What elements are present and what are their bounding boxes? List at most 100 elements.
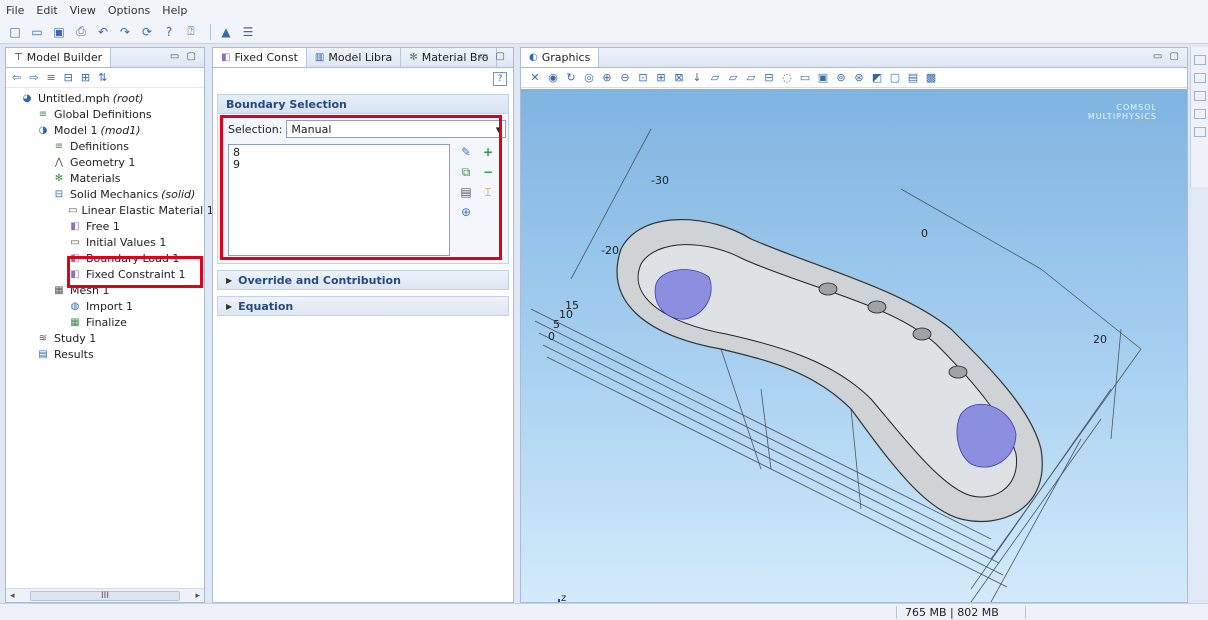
back-icon[interactable]: ⇦ bbox=[12, 71, 21, 84]
log-icon[interactable] bbox=[1193, 127, 1206, 137]
layout-icon[interactable]: ☰ bbox=[239, 23, 257, 41]
save-icon[interactable]: ▣ bbox=[50, 23, 68, 41]
print-icon[interactable]: ⎙ bbox=[72, 23, 90, 41]
scroll-right-icon[interactable]: ▸ bbox=[195, 591, 200, 601]
remove-selection-icon[interactable]: − bbox=[480, 164, 496, 180]
menu-options[interactable]: Options bbox=[108, 4, 150, 17]
tree-node[interactable]: ▭ Initial Values 1 bbox=[6, 234, 204, 250]
panel-icon[interactable] bbox=[1193, 55, 1206, 65]
scroll-thumb[interactable]: III bbox=[30, 590, 180, 601]
redo-icon[interactable]: ↷ bbox=[116, 23, 134, 41]
zoom-out-icon[interactable]: ⊖ bbox=[617, 71, 633, 84]
screenshot-icon[interactable]: ▩ bbox=[923, 71, 939, 84]
select-points-icon[interactable]: ⊛ bbox=[851, 71, 867, 84]
select-box-icon[interactable]: ▢ bbox=[887, 71, 903, 84]
menu-file[interactable]: File bbox=[6, 4, 24, 17]
transparency-icon[interactable]: ◌ bbox=[779, 71, 795, 84]
selection-dropdown[interactable]: Manual ▾ bbox=[286, 120, 507, 138]
tree-node[interactable]: ◧ Fixed Constraint 1 bbox=[6, 266, 204, 282]
forward-icon[interactable]: ⇨ bbox=[29, 71, 38, 84]
zoom-in-icon[interactable]: ⊕ bbox=[599, 71, 615, 84]
graphics-viewport[interactable]: COMSOL MULTIPHYSICS -30 -20 0 15 10 5 0 … bbox=[521, 89, 1187, 602]
expand-icon[interactable]: ⊞ bbox=[81, 71, 90, 84]
view-yz-icon[interactable]: ▱ bbox=[725, 71, 741, 84]
new-file-icon[interactable]: □ bbox=[6, 23, 24, 41]
tree-node[interactable]: ◧ Boundary Load 1 bbox=[6, 250, 204, 266]
tree-node[interactable]: ◧ Free 1 bbox=[6, 218, 204, 234]
tree-node[interactable]: ◍ Import 1 bbox=[6, 298, 204, 314]
deselect-icon[interactable]: ▤ bbox=[905, 71, 921, 84]
tab-model-library[interactable]: ▥ Model Libra bbox=[307, 48, 402, 67]
tree-node[interactable]: ◕ Untitled.mph (root) bbox=[6, 90, 204, 106]
tree-node[interactable]: ✻ Materials bbox=[6, 170, 204, 186]
open-file-icon[interactable]: ▭ bbox=[28, 23, 46, 41]
sort-icon[interactable]: ⇅ bbox=[98, 71, 107, 84]
show-icon[interactable]: ≡ bbox=[46, 71, 55, 84]
horizontal-scrollbar[interactable]: ◂ III ▸ bbox=[6, 588, 204, 602]
equation-section[interactable]: ▶ Equation bbox=[217, 296, 509, 316]
zoom-box-icon[interactable]: ⊡ bbox=[635, 71, 651, 84]
refresh-icon[interactable]: ↻ bbox=[563, 71, 579, 84]
axis-label: 10 bbox=[559, 308, 573, 321]
tree-node[interactable]: ◑ Model 1 (mod1) bbox=[6, 122, 204, 138]
add-selection-icon[interactable]: + bbox=[480, 144, 496, 160]
boundary-list[interactable]: 8 9 bbox=[228, 144, 450, 256]
override-contribution-section[interactable]: ▶ Override and Contribution bbox=[217, 270, 509, 290]
view-xy-icon[interactable]: ▱ bbox=[707, 71, 723, 84]
tree-node[interactable]: ▦ Finalize bbox=[6, 314, 204, 330]
help-icon[interactable]: ? bbox=[160, 23, 178, 41]
model-3d-view[interactable]: -30 -20 0 15 10 5 0 20 z x y bbox=[521, 89, 1187, 602]
tab-graphics[interactable]: ◐ Graphics bbox=[521, 48, 600, 67]
scene-light-icon[interactable]: ✕ bbox=[527, 71, 543, 84]
progress-icon[interactable] bbox=[1193, 91, 1206, 101]
minimize-maximize-icon[interactable]: ▭ ▢ bbox=[170, 51, 198, 62]
clear-selection-icon[interactable]: ⌶ bbox=[480, 184, 496, 200]
solve-icon[interactable]: ▲ bbox=[217, 23, 235, 41]
tree-node[interactable]: ≡ Global Definitions bbox=[6, 106, 204, 122]
graphics-window-controls-icon[interactable]: ▭ ▢ bbox=[1153, 51, 1181, 62]
tree-node[interactable]: ▤ Results bbox=[6, 346, 204, 362]
zoom-selected-icon[interactable]: ⊞ bbox=[653, 71, 669, 84]
tab-fixed-constraint[interactable]: ◧ Fixed Const bbox=[213, 48, 307, 67]
selection-value: Manual bbox=[291, 122, 332, 136]
boundary-list-item[interactable]: 8 bbox=[233, 147, 445, 159]
boundary-selection-header[interactable]: Boundary Selection bbox=[217, 94, 509, 114]
active-toggle-icon[interactable]: ✎ bbox=[458, 144, 474, 160]
message-icon[interactable] bbox=[1193, 73, 1206, 83]
boundary-list-item[interactable]: 9 bbox=[233, 159, 445, 171]
paste-selection-icon[interactable]: ▤ bbox=[458, 184, 474, 200]
hole-1 bbox=[818, 282, 838, 296]
tree-node[interactable]: ≡ Definitions bbox=[6, 138, 204, 154]
render-icon[interactable]: ▭ bbox=[797, 71, 813, 84]
select-boundaries-icon[interactable]: ▣ bbox=[815, 71, 831, 84]
tree-node[interactable]: ▭ Linear Elastic Material 1 bbox=[6, 202, 214, 218]
tree-node[interactable]: ▦ Mesh 1 bbox=[6, 282, 204, 298]
select-mode-icon[interactable]: ◩ bbox=[869, 71, 885, 84]
menu-view[interactable]: View bbox=[70, 4, 96, 17]
view-zx-icon[interactable]: ▱ bbox=[743, 71, 759, 84]
settings-help-icon[interactable]: ? bbox=[493, 72, 507, 86]
tree-node[interactable]: ⋀ Geometry 1 bbox=[6, 154, 204, 170]
scroll-left-icon[interactable]: ◂ bbox=[10, 591, 15, 601]
dynamic-help-icon[interactable]: ⍰ bbox=[182, 23, 200, 41]
wireframe-icon[interactable]: ⊟ bbox=[761, 71, 777, 84]
tree-node[interactable]: ≋ Study 1 bbox=[6, 330, 204, 346]
collapse-icon[interactable]: ⊟ bbox=[64, 71, 73, 84]
axes-icon[interactable]: ↓ bbox=[689, 71, 705, 84]
hole-2 bbox=[867, 300, 887, 314]
camera-views-icon[interactable]: ◎ bbox=[581, 71, 597, 84]
undo-icon[interactable]: ↶ bbox=[94, 23, 112, 41]
zoom-to-selection-icon[interactable]: ⊕ bbox=[458, 204, 474, 220]
tree-node-label: Study 1 bbox=[54, 331, 97, 345]
menu-help[interactable]: Help bbox=[162, 4, 187, 17]
copy-selection-icon[interactable]: ⧉ bbox=[458, 164, 474, 180]
table-icon[interactable] bbox=[1193, 109, 1206, 119]
zoom-extents-icon[interactable]: ⊠ bbox=[671, 71, 687, 84]
tree-node[interactable]: ⊟ Solid Mechanics (solid) bbox=[6, 186, 204, 202]
settings-window-controls-icon[interactable]: ▭ ▢ bbox=[479, 51, 507, 62]
menu-edit[interactable]: Edit bbox=[36, 4, 57, 17]
tab-model-builder[interactable]: ⊤ Model Builder bbox=[6, 48, 112, 67]
select-edges-icon[interactable]: ⊚ bbox=[833, 71, 849, 84]
view-icon[interactable]: ◉ bbox=[545, 71, 561, 84]
reset-desktop-icon[interactable]: ⟳ bbox=[138, 23, 156, 41]
